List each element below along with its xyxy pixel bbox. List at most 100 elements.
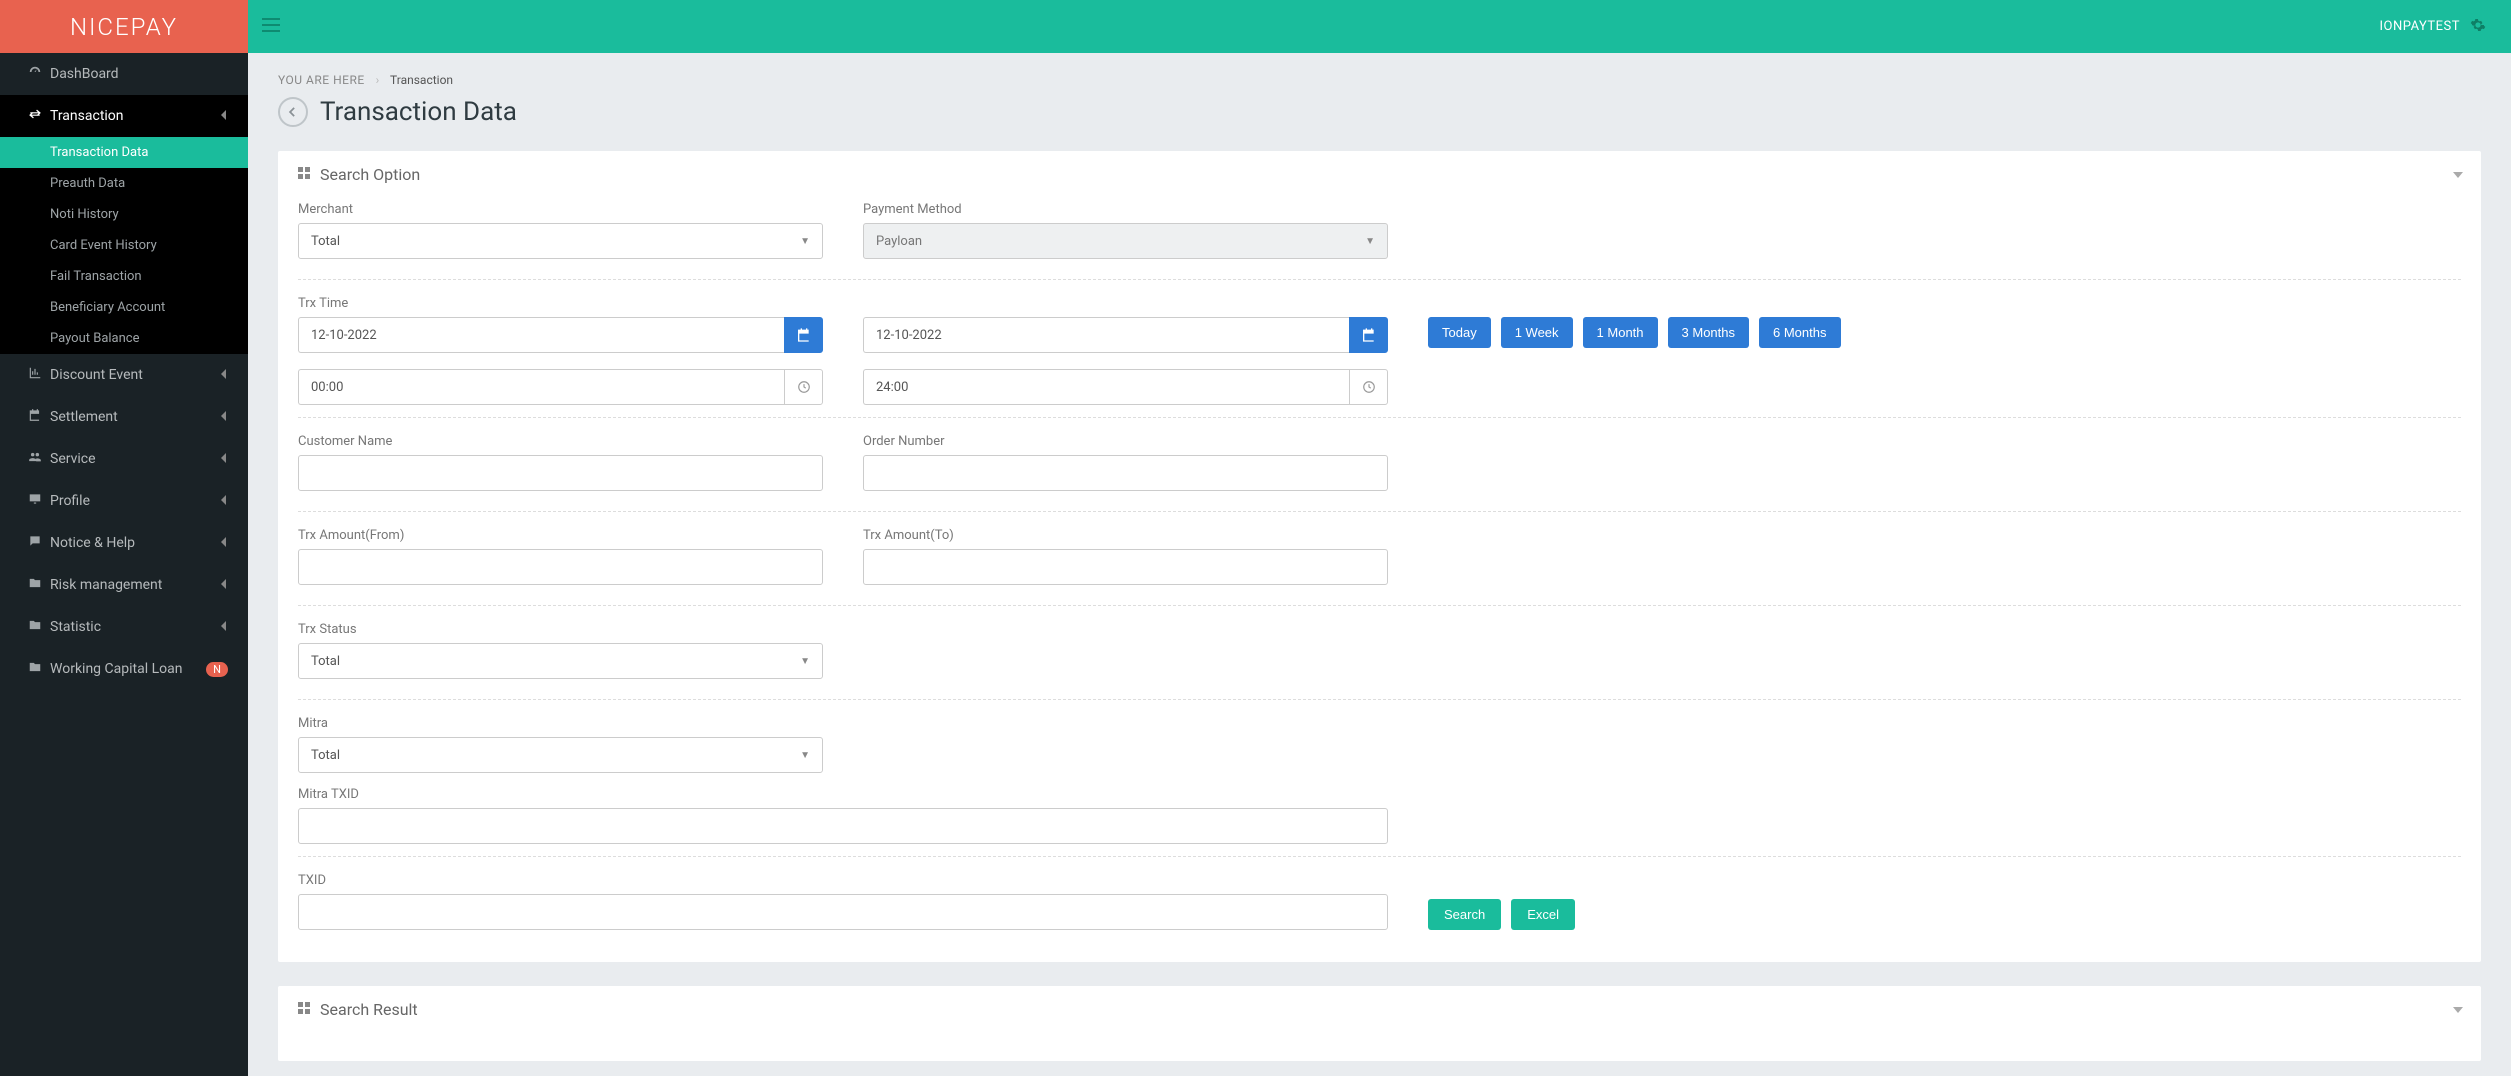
payment-method-label: Payment Method	[863, 202, 1388, 217]
divider	[298, 856, 2461, 857]
exchange-icon	[28, 107, 50, 125]
collapse-icon[interactable]	[2453, 1003, 2463, 1016]
customer-name-input[interactable]	[298, 455, 823, 491]
sidebar-item-settlement[interactable]: Settlement	[0, 396, 248, 438]
clock-icon[interactable]	[784, 369, 823, 405]
menu-toggle-icon[interactable]	[248, 16, 293, 37]
preset-6months-button[interactable]: 6 Months	[1759, 317, 1840, 348]
sidebar-sub-payout-balance[interactable]: Payout Balance	[0, 323, 248, 354]
preset-today-button[interactable]: Today	[1428, 317, 1491, 348]
time-to-value: 24:00	[876, 380, 908, 395]
dashboard-icon	[28, 65, 50, 83]
merchant-select[interactable]: Total ▼	[298, 223, 823, 259]
sidebar-sub-fail-transaction[interactable]: Fail Transaction	[0, 261, 248, 292]
sidebar-item-discount-event[interactable]: Discount Event	[0, 354, 248, 396]
folder-icon	[28, 660, 50, 678]
calendar-icon[interactable]	[784, 317, 823, 353]
preset-3months-button[interactable]: 3 Months	[1668, 317, 1749, 348]
back-button[interactable]	[278, 97, 308, 127]
sidebar-item-label: Settlement	[50, 409, 220, 425]
payment-method-value: Payloan	[876, 234, 922, 249]
sidebar-item-label: Statistic	[50, 619, 220, 635]
sidebar-item-transaction[interactable]: Transaction	[0, 95, 248, 137]
panel-search-option: Search Option Merchant Total ▼	[278, 151, 2481, 962]
sidebar-item-label: Working Capital Loan	[50, 661, 200, 677]
preset-1week-button[interactable]: 1 Week	[1501, 317, 1573, 348]
user-name: IONPAYTEST	[2380, 19, 2461, 34]
mitra-value: Total	[311, 748, 340, 763]
user-menu[interactable]: IONPAYTEST	[2370, 17, 2511, 37]
divider	[298, 699, 2461, 700]
date-from-input[interactable]: 12-10-2022	[298, 317, 784, 353]
sidebar-item-working-capital-loan[interactable]: Working Capital Loan N	[0, 648, 248, 690]
chevron-left-icon	[220, 537, 228, 550]
amount-to-label: Trx Amount(To)	[863, 528, 1388, 543]
sidebar-submenu-transaction: Transaction Data Preauth Data Noti Histo…	[0, 137, 248, 354]
order-number-input[interactable]	[863, 455, 1388, 491]
txid-input[interactable]	[298, 894, 1388, 930]
trx-time-label: Trx Time	[298, 296, 2461, 311]
amount-from-input[interactable]	[298, 549, 823, 585]
sidebar-item-service[interactable]: Service	[0, 438, 248, 480]
sidebar-sub-transaction-data[interactable]: Transaction Data	[0, 137, 248, 168]
sidebar-item-risk-management[interactable]: Risk management	[0, 564, 248, 606]
sidebar-item-dashboard[interactable]: DashBoard	[0, 53, 248, 95]
mitra-select[interactable]: Total ▼	[298, 737, 823, 773]
grid-icon	[298, 167, 310, 183]
payment-method-select[interactable]: Payloan ▼	[863, 223, 1388, 259]
chevron-left-icon	[220, 411, 228, 424]
calendar-icon[interactable]	[1349, 317, 1388, 353]
sidebar-sub-noti-history[interactable]: Noti History	[0, 199, 248, 230]
calendar-icon	[28, 408, 50, 426]
badge-new: N	[206, 662, 228, 677]
sidebar-sub-preauth-data[interactable]: Preauth Data	[0, 168, 248, 199]
trx-status-select[interactable]: Total ▼	[298, 643, 823, 679]
date-preset-row: Today 1 Week 1 Month 3 Months 6 Months	[1428, 317, 1841, 348]
breadcrumb-current: Transaction	[390, 73, 453, 87]
date-to-input[interactable]: 12-10-2022	[863, 317, 1349, 353]
grid-icon	[298, 1002, 310, 1018]
panel-title: Search Result	[320, 1000, 418, 1019]
mitra-label: Mitra	[298, 716, 823, 731]
search-button[interactable]: Search	[1428, 899, 1501, 930]
brand-logo[interactable]: NICEPAY	[0, 0, 248, 53]
time-to-input[interactable]: 24:00	[863, 369, 1349, 405]
sidebar-sub-card-event-history[interactable]: Card Event History	[0, 230, 248, 261]
sidebar: DashBoard Transaction Transaction Data P…	[0, 53, 248, 1076]
preset-1month-button[interactable]: 1 Month	[1583, 317, 1658, 348]
action-buttons: Search Excel	[1428, 899, 1575, 930]
excel-button[interactable]: Excel	[1511, 899, 1575, 930]
panel-title: Search Option	[320, 165, 420, 184]
time-from-input[interactable]: 00:00	[298, 369, 784, 405]
customer-name-label: Customer Name	[298, 434, 823, 449]
breadcrumb-here: YOU ARE HERE	[278, 73, 365, 87]
chevron-left-icon	[220, 621, 228, 634]
folder-icon	[28, 576, 50, 594]
sidebar-item-label: Discount Event	[50, 367, 220, 383]
sidebar-item-label: Risk management	[50, 577, 220, 593]
sidebar-item-statistic[interactable]: Statistic	[0, 606, 248, 648]
divider	[298, 605, 2461, 606]
main-content: YOU ARE HERE › Transaction Transaction D…	[248, 53, 2511, 1076]
order-number-label: Order Number	[863, 434, 1388, 449]
date-from-value: 12-10-2022	[311, 328, 377, 343]
collapse-icon[interactable]	[2453, 168, 2463, 181]
sidebar-item-notice-help[interactable]: Notice & Help	[0, 522, 248, 564]
mitra-txid-input[interactable]	[298, 808, 1388, 844]
sidebar-item-label: Service	[50, 451, 220, 467]
sidebar-sub-beneficiary-account[interactable]: Beneficiary Account	[0, 292, 248, 323]
trx-status-label: Trx Status	[298, 622, 823, 637]
chevron-left-icon	[220, 369, 228, 382]
chevron-left-icon	[220, 579, 228, 592]
divider	[298, 417, 2461, 418]
amount-to-input[interactable]	[863, 549, 1388, 585]
sidebar-item-profile[interactable]: Profile	[0, 480, 248, 522]
divider	[298, 279, 2461, 280]
gear-icon[interactable]	[2470, 17, 2486, 37]
sidebar-item-label: Transaction	[50, 108, 220, 124]
chevron-left-icon	[220, 495, 228, 508]
caret-down-icon: ▼	[800, 750, 810, 761]
clock-icon[interactable]	[1349, 369, 1388, 405]
date-to-value: 12-10-2022	[876, 328, 942, 343]
merchant-value: Total	[311, 234, 340, 249]
